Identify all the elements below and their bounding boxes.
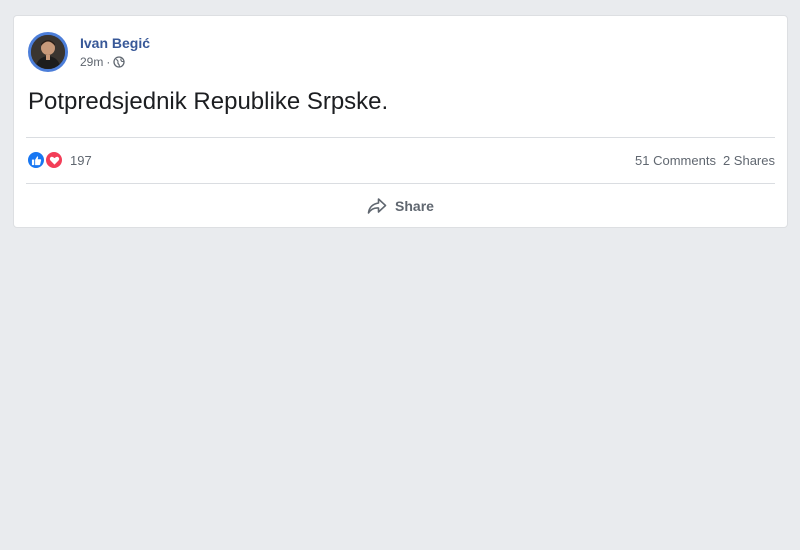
reaction-count: 197 xyxy=(70,152,92,168)
author-name[interactable]: Ivan Begić xyxy=(80,34,150,52)
post-header: Ivan Begić 29m · xyxy=(28,30,150,74)
post-card: Ivan Begić 29m · Potpredsjednik Republik… xyxy=(13,15,788,228)
comments-count-link[interactable]: 51 Comments xyxy=(635,153,716,168)
post-timestamp[interactable]: 29m xyxy=(80,54,103,70)
shares-count-link[interactable]: 2 Shares xyxy=(723,153,775,168)
share-button[interactable]: Share xyxy=(355,191,446,221)
share-arrow-icon xyxy=(367,197,387,215)
like-icon xyxy=(26,150,46,170)
globe-icon[interactable] xyxy=(113,56,125,68)
love-icon xyxy=(44,150,64,170)
post-meta: 29m · xyxy=(80,54,150,70)
post-text: Potpredsjednik Republike Srpske. xyxy=(28,88,389,115)
reactions-row: 197 51 Comments 2 Shares xyxy=(26,148,775,172)
avatar[interactable] xyxy=(28,32,68,72)
divider xyxy=(26,137,775,138)
reactions-summary[interactable]: 197 xyxy=(26,150,92,170)
meta-separator: · xyxy=(106,55,111,69)
engagement-counts: 51 Comments 2 Shares xyxy=(635,153,775,168)
share-label: Share xyxy=(395,198,434,214)
action-bar: Share xyxy=(26,184,775,228)
header-text: Ivan Begić 29m · xyxy=(80,34,150,70)
